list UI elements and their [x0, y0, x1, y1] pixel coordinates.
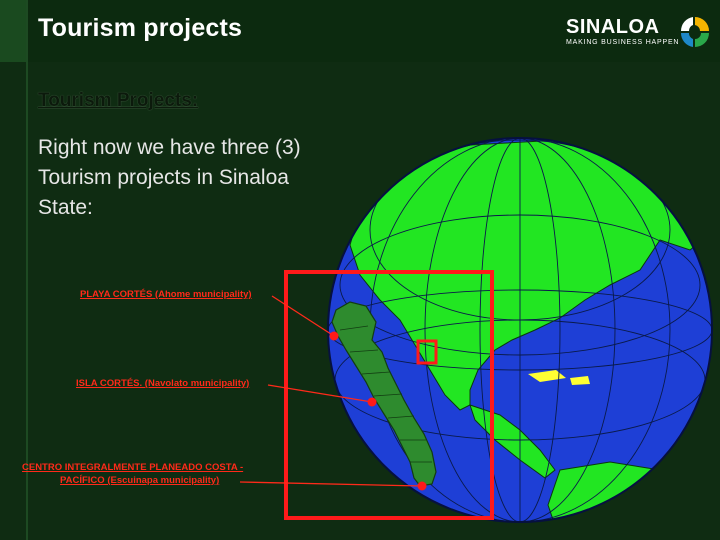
greenland-land	[639, 139, 712, 181]
leader-line-playa-cortes	[271, 295, 335, 337]
callout-playa-cortes: PLAYA CORTÉS (Ahome municipality)	[80, 289, 252, 300]
marker-playa-cortes	[329, 331, 339, 341]
leader-line-ciplan-costa-pacifico	[239, 481, 423, 487]
slide: Tourism projects SINALOA MAKING BUSINESS…	[0, 0, 720, 540]
marker-ciplan-costa-pacifico	[417, 481, 427, 491]
south-america-land	[547, 461, 712, 522]
callout-ciplan-line1: CENTRO INTEGRALMENTE PLANEADO COSTA -	[22, 462, 244, 473]
callout-ciplan-line2: PACÍFICO (Escuinapa municipality)	[60, 475, 220, 486]
globe-map-graphic	[239, 137, 713, 523]
callout-isla-cortes: ISLA CORTÉS. (Navolato municipality)	[76, 378, 250, 389]
marker-isla-cortes	[367, 397, 377, 407]
